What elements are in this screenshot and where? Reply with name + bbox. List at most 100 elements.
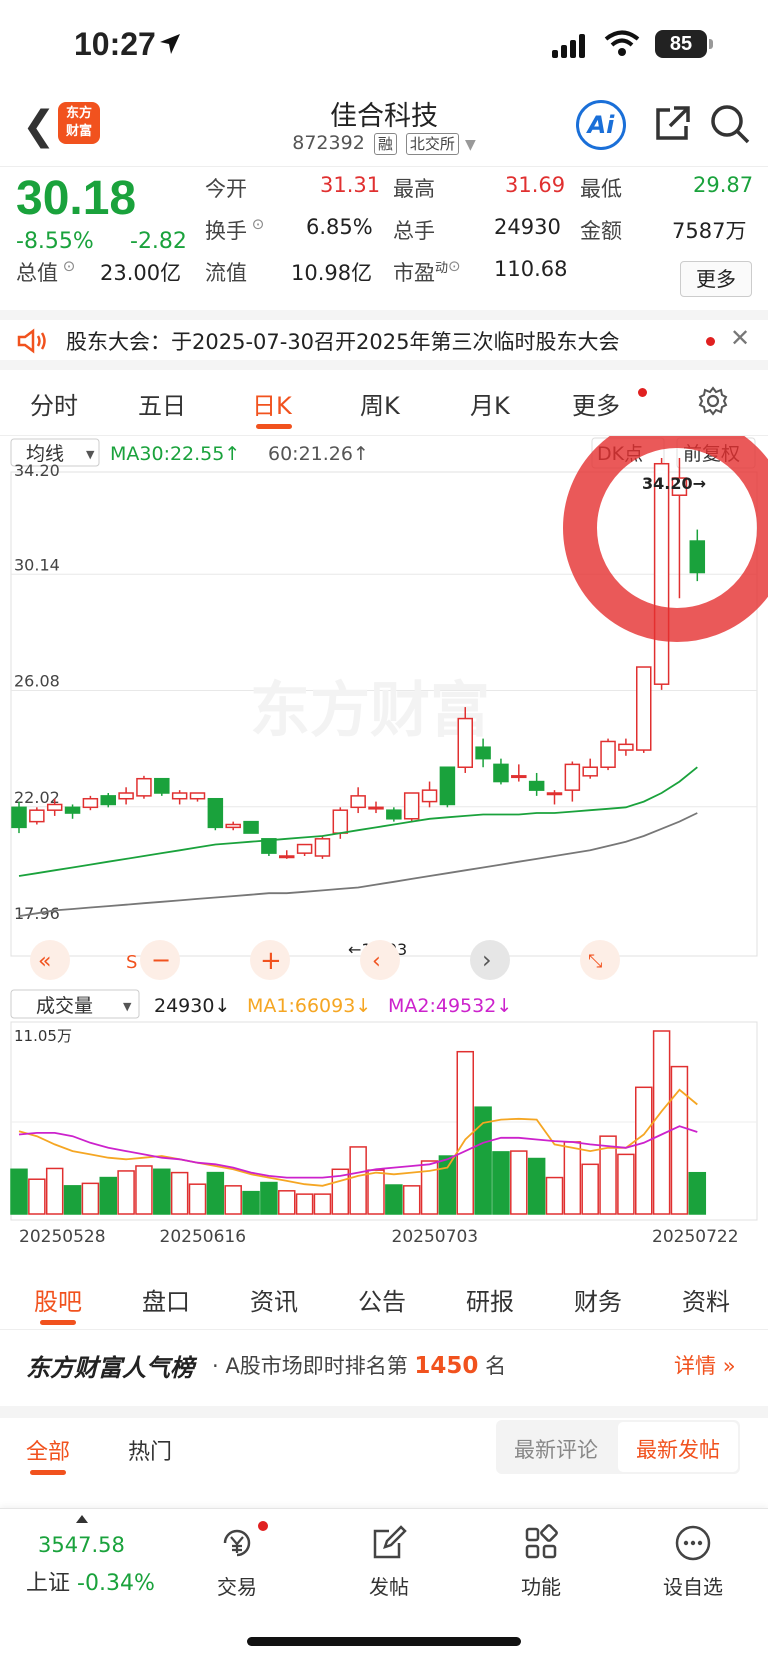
volume-bar xyxy=(242,1190,260,1215)
volume-bar xyxy=(206,1171,225,1215)
expand-up-icon[interactable] xyxy=(76,1515,88,1523)
more-button[interactable]: 更多 xyxy=(680,261,752,297)
home-indicator xyxy=(247,1637,521,1646)
sort-latest-post[interactable]: 最新发帖 xyxy=(636,1434,720,1464)
svg-text:−: − xyxy=(151,946,171,974)
tab-financials[interactable]: 财务 xyxy=(574,1282,622,1317)
price-tick-label: 26.08 xyxy=(14,672,60,691)
close-icon[interactable]: ✕ xyxy=(730,324,750,352)
tab-weekly-k[interactable]: 周K xyxy=(360,386,400,421)
dropdown-icon[interactable]: ▼ xyxy=(465,137,476,153)
volume-bar xyxy=(402,1185,421,1215)
index-value[interactable]: 3547.58 xyxy=(38,1533,125,1557)
volume-bar xyxy=(545,1176,564,1215)
volume-bar xyxy=(527,1157,546,1215)
volume-bar xyxy=(688,1171,707,1215)
candle-body xyxy=(493,763,509,783)
candle-body xyxy=(154,777,170,794)
ranking-brand: 东方财富人气榜 xyxy=(26,1354,194,1382)
volume-bar xyxy=(349,1146,367,1215)
volume-bar xyxy=(510,1150,528,1215)
candle-body xyxy=(528,780,545,791)
tab-five-day[interactable]: 五日 xyxy=(138,386,186,421)
popularity-ranking[interactable]: 东方财富人气榜 · A股市场即时排名第 1450 名 详情 » xyxy=(0,1330,768,1406)
volume-bar xyxy=(652,1030,671,1215)
candle-body xyxy=(386,809,402,820)
info-icon[interactable]: ⊙ xyxy=(247,215,265,233)
candle-body xyxy=(118,792,134,800)
date-tick-label: 20250528 xyxy=(19,1227,106,1247)
volume-bar xyxy=(420,1160,439,1215)
wifi-icon xyxy=(604,30,640,56)
candle-body xyxy=(207,797,224,829)
pan-left-button[interactable]: ‹ xyxy=(360,940,400,980)
volume-bar xyxy=(224,1185,242,1215)
content-tabs: 股吧 盘口 资讯 公告 研报 财务 资料 xyxy=(0,1266,768,1330)
battery-indicator: 85 xyxy=(655,30,713,58)
stock-code: 872392 xyxy=(292,132,365,154)
tab-intraday[interactable]: 分时 xyxy=(30,386,78,421)
trade-notification-dot xyxy=(258,1521,268,1531)
index-line[interactable]: 上证 -0.34% xyxy=(26,1565,155,1597)
float-label: 流值 xyxy=(205,261,247,285)
candle-body xyxy=(618,743,634,751)
exchange-tag: 北交所 xyxy=(405,133,459,155)
candle-body xyxy=(403,792,420,820)
turnover-label: 换手 ⊙ xyxy=(205,215,265,243)
tab-research[interactable]: 研报 xyxy=(466,1282,514,1317)
indicator-s-button[interactable]: S xyxy=(126,952,137,973)
fullscreen-button[interactable]: ⤡ xyxy=(580,940,620,980)
low-label: 最低 xyxy=(580,177,622,201)
tab-news[interactable]: 资讯 xyxy=(250,1282,298,1317)
tab-daily-k[interactable]: 日K xyxy=(252,386,292,421)
tab-monthly-k[interactable]: 月K xyxy=(470,386,510,421)
candle-body xyxy=(439,766,456,806)
tab-order-book[interactable]: 盘口 xyxy=(142,1282,190,1317)
open-label: 今开 xyxy=(205,177,247,201)
pan-left-fast-button[interactable]: « xyxy=(30,940,70,980)
dock-trade-label: 交易 xyxy=(217,1575,257,1599)
tab-guba[interactable]: 股吧 xyxy=(34,1282,82,1317)
more-dots-icon xyxy=(675,1525,711,1561)
volume-bar xyxy=(492,1151,510,1215)
tab-profile[interactable]: 资料 xyxy=(682,1282,730,1317)
dock-watchlist[interactable]: 设自选 xyxy=(648,1523,738,1600)
zoom-in-button[interactable]: + xyxy=(250,940,290,980)
info-icon[interactable]: ⊙ xyxy=(58,257,76,275)
dock-post[interactable]: 发帖 xyxy=(344,1523,434,1600)
volume-bar xyxy=(295,1193,314,1215)
tab-more[interactable]: 更多 xyxy=(572,386,620,421)
volume-bar xyxy=(456,1050,474,1215)
pan-right-button[interactable]: › xyxy=(470,940,510,980)
status-bar: 10:27 85 xyxy=(0,0,768,90)
date-axis-labels: 20250528 20250616 20250703 20250722 xyxy=(19,1227,739,1247)
candle-body xyxy=(582,766,598,777)
filter-all[interactable]: 全部 xyxy=(26,1434,70,1466)
candle-body xyxy=(421,789,438,803)
ranking-detail-link[interactable]: 详情 » xyxy=(674,1350,736,1380)
info-icon[interactable]: ⊙ xyxy=(448,257,461,275)
volume-bar xyxy=(153,1168,171,1215)
kline-chart[interactable]: 均线 ▼ MA30:22.55↑ 60:21.26↑ DK点 前复权 东方财富 … xyxy=(0,436,768,1266)
sort-latest-comment[interactable]: 最新评论 xyxy=(514,1434,598,1464)
location-arrow-icon xyxy=(160,34,180,54)
filter-hot[interactable]: 热门 xyxy=(128,1434,172,1466)
candle-body xyxy=(296,843,313,854)
dock-functions[interactable]: 功能 xyxy=(496,1523,586,1600)
settings-gear-icon[interactable] xyxy=(698,386,728,416)
dock-trade[interactable]: 交易 xyxy=(192,1523,282,1600)
sort-segmented-control: 最新评论 最新发帖 xyxy=(496,1420,740,1474)
high-value: 31.69 xyxy=(505,173,566,197)
ai-assistant-button[interactable]: Ai xyxy=(576,100,626,150)
announcement-bar[interactable]: 股东大会：于2025-07-30召开2025年第三次临时股东大会 ✕ xyxy=(0,310,768,370)
date-tick-label: 20250616 xyxy=(160,1227,247,1247)
search-icon[interactable] xyxy=(708,102,752,146)
volume-bar xyxy=(617,1153,635,1215)
share-icon[interactable] xyxy=(650,102,694,146)
candle-body xyxy=(11,806,27,829)
volume-bar xyxy=(635,1086,653,1215)
candle-body xyxy=(82,797,99,809)
tab-announcements[interactable]: 公告 xyxy=(358,1282,406,1317)
feed-filter: 全部 热门 最新评论 最新发帖 xyxy=(0,1418,768,1508)
zoom-out-button[interactable]: − xyxy=(140,940,180,980)
